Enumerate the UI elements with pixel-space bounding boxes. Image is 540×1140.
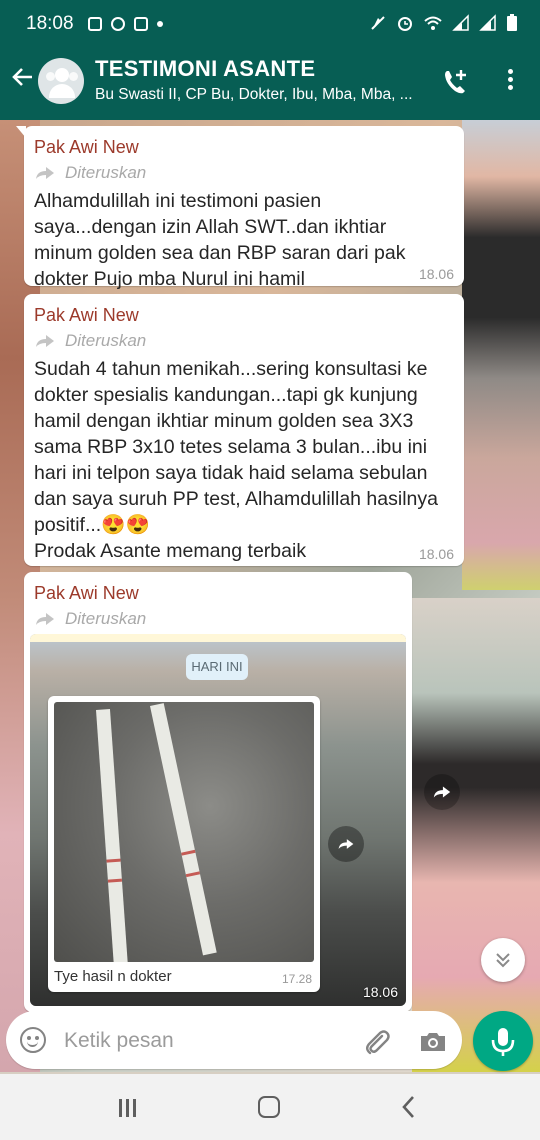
status-time: 18:08: [26, 13, 74, 34]
back-button[interactable]: [8, 64, 38, 97]
message-time: 18.06: [418, 266, 454, 282]
more-notifications-icon: [156, 21, 163, 27]
messenger-notification-icon: [110, 17, 125, 31]
paperclip-icon: [366, 1030, 390, 1055]
chevron-left-icon: [402, 1096, 414, 1118]
forwarded-screenshot-image[interactable]: HARI INI Tye hasil n dokter 17.28 18.06: [30, 634, 406, 1006]
wifi-icon: [424, 16, 442, 30]
message-input[interactable]: Ketik pesan: [64, 1029, 174, 1053]
message-time: 18.06: [362, 984, 398, 1000]
chat-header: TESTIMONI ASANTE Bu Swasti II, CP Bu, Do…: [0, 48, 540, 120]
image-caption: Tye hasil n dokter: [54, 968, 172, 985]
gallery-notification-icon: [87, 17, 102, 31]
recent-apps-button[interactable]: [117, 1099, 139, 1117]
calendar-notification-icon: [133, 17, 148, 31]
emoji-icon[interactable]: [20, 1027, 46, 1053]
system-back-button[interactable]: [400, 1094, 416, 1125]
arrow-left-icon: [12, 68, 32, 86]
chat-area[interactable]: Pak Awi New Diteruskan Alhamdulillah ini…: [0, 120, 540, 1072]
signal-icon-1: [452, 14, 469, 31]
signal-icon-2: [479, 14, 496, 31]
battery-icon: [507, 14, 517, 31]
share-button[interactable]: [424, 774, 460, 810]
sender-name[interactable]: Pak Awi New: [34, 137, 139, 158]
message-bubble[interactable]: Pak Awi New Diteruskan Sudah 4 tahun men…: [24, 294, 464, 566]
more-options-button[interactable]: [500, 66, 520, 100]
forwarded-label: Diteruskan: [65, 609, 147, 628]
camera-button[interactable]: [418, 1027, 448, 1057]
more-vertical-icon: [507, 69, 513, 74]
home-button[interactable]: [258, 1096, 280, 1118]
forward-icon: [34, 333, 56, 349]
forward-icon: [34, 165, 56, 181]
mute-icon: [371, 16, 385, 30]
attach-button[interactable]: [362, 1027, 392, 1057]
group-members[interactable]: Bu Swasti II, CP Bu, Dokter, Ibu, Mba, M…: [95, 86, 435, 104]
test-strip: [150, 703, 217, 956]
system-navigation-bar: [0, 1074, 540, 1140]
share-button[interactable]: [328, 826, 364, 862]
sender-name[interactable]: Pak Awi New: [34, 583, 139, 604]
camera-icon: [421, 1033, 445, 1051]
group-title[interactable]: TESTIMONI ASANTE: [95, 56, 315, 82]
message-time: 18.06: [418, 546, 454, 562]
chevron-double-down-icon: [496, 953, 510, 968]
scroll-to-bottom-button[interactable]: [481, 938, 525, 982]
forwarded-label: Diteruskan: [65, 163, 147, 182]
pregnancy-test-photo: [54, 702, 314, 962]
date-pill: HARI INI: [186, 654, 248, 680]
voice-message-button[interactable]: [473, 1011, 533, 1071]
status-bar: 18:08: [0, 0, 540, 48]
share-icon: [433, 786, 451, 798]
message-composer[interactable]: Ketik pesan: [6, 1011, 462, 1069]
sender-name[interactable]: Pak Awi New: [34, 305, 139, 326]
embedded-image-message: Tye hasil n dokter 17.28: [48, 696, 320, 992]
message-text: Alhamdulillah ini testimoni pasien saya.…: [34, 190, 406, 290]
message-bubble[interactable]: Pak Awi New Diteruskan Alhamdulillah ini…: [16, 126, 464, 290]
forward-icon: [34, 611, 56, 627]
alarm-icon: [398, 17, 412, 31]
microphone-icon: [491, 1028, 515, 1056]
message-text: Sudah 4 tahun menikah...sering konsultas…: [34, 358, 438, 562]
share-icon: [338, 839, 354, 849]
test-strip: [96, 709, 128, 962]
group-avatar[interactable]: [38, 58, 84, 104]
add-call-icon: [445, 70, 466, 94]
forwarded-label: Diteruskan: [65, 331, 147, 350]
image-caption-time: 17.28: [281, 972, 312, 986]
image-message-bubble[interactable]: Pak Awi New Diteruskan HARI INI Tye hasi…: [24, 572, 412, 1012]
add-call-button[interactable]: [440, 66, 472, 98]
